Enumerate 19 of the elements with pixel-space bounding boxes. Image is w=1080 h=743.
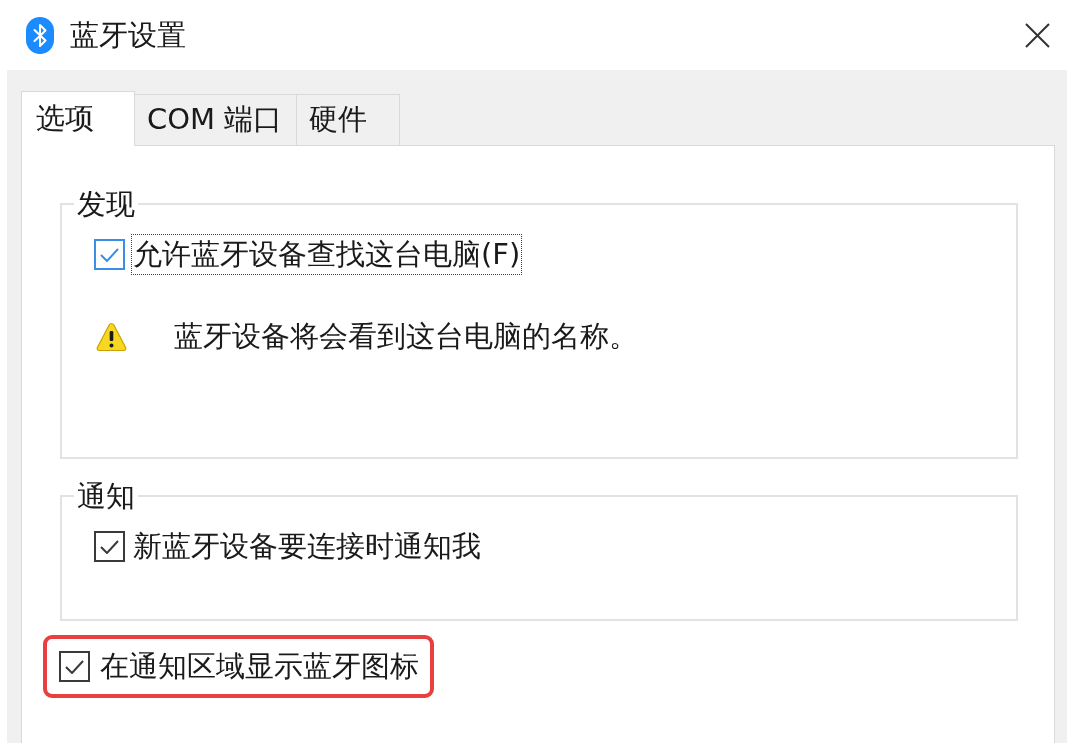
checkbox[interactable] [94, 531, 125, 562]
warning-message: 蓝牙设备将会看到这台电脑的名称。 [174, 318, 638, 355]
close-icon [1025, 22, 1050, 48]
checkbox[interactable] [59, 651, 90, 682]
tab[interactable]: 硬件 [296, 94, 401, 146]
checkbox-label[interactable]: 新蓝牙设备要连接时通知我 [131, 526, 483, 567]
checkbox-label[interactable]: 在通知区域显示蓝牙图标 [100, 648, 419, 685]
warning-icon [96, 321, 127, 352]
window-title: 蓝牙设置 [70, 16, 186, 54]
checkbox[interactable] [94, 239, 125, 270]
group-label: 发现 [76, 187, 136, 221]
tab[interactable]: 选项 [21, 91, 135, 146]
checkbox-label[interactable]: 允许蓝牙设备查找这台电脑(F) [131, 234, 523, 275]
group-label: 通知 [76, 479, 136, 513]
checkmark-icon [100, 539, 119, 554]
checkmark-icon [100, 247, 119, 262]
bluetooth-icon [26, 16, 54, 54]
checkmark-icon [65, 659, 84, 674]
close-button[interactable] [1023, 20, 1052, 50]
